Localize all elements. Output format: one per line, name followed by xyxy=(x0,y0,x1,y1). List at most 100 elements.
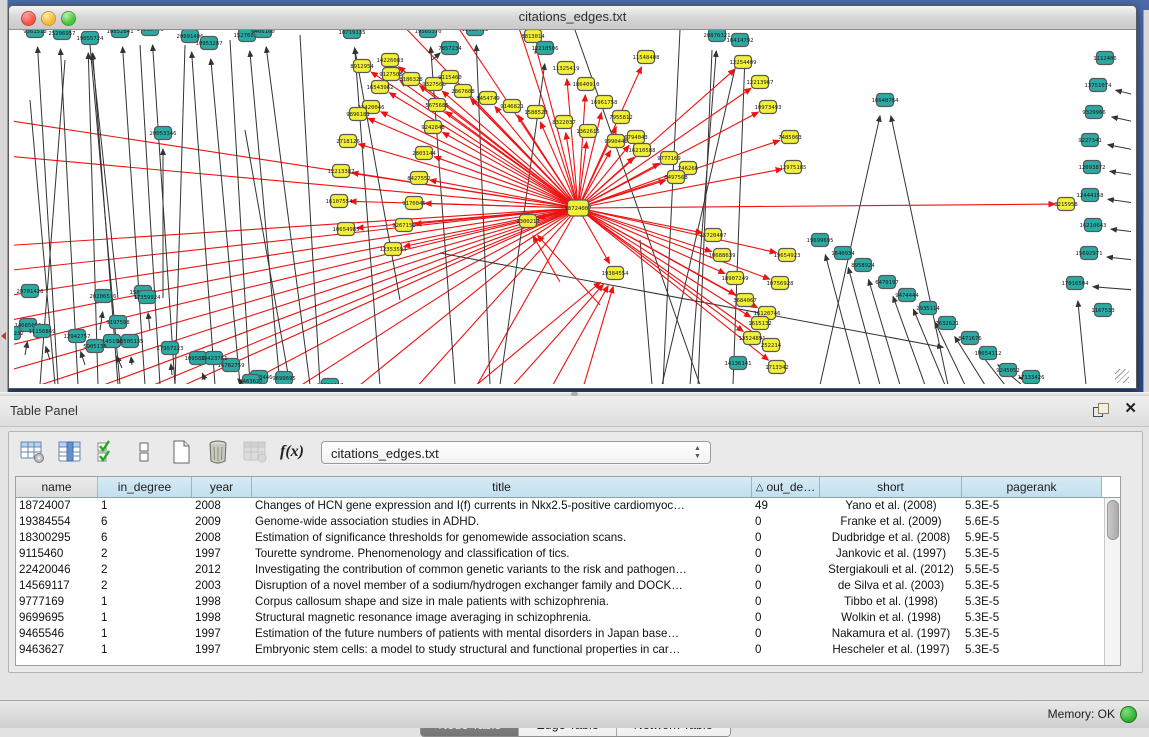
table-cell[interactable]: 1997 xyxy=(192,642,252,658)
table-cell[interactable]: Franke et al. (2009) xyxy=(820,514,962,530)
network-node[interactable]: 9896181 xyxy=(346,108,370,121)
network-node[interactable]: 9699695 xyxy=(272,372,296,385)
network-node[interactable]: 9146821 xyxy=(500,100,524,113)
network-node[interactable]: 15720407 xyxy=(700,229,727,242)
table-cell[interactable]: 1 xyxy=(98,610,192,626)
network-edge[interactable] xyxy=(935,322,965,384)
column-header-short[interactable]: short xyxy=(820,477,962,497)
network-node[interactable]: 6794043 xyxy=(624,131,648,144)
network-edge[interactable] xyxy=(148,313,150,330)
network-node[interactable]: 5675685 xyxy=(425,99,449,112)
table-cell[interactable]: 1997 xyxy=(192,626,252,642)
table-row[interactable]: 977716911998Corpus callosum shape and si… xyxy=(16,594,1105,610)
table-cell[interactable]: 1998 xyxy=(192,594,252,610)
table-cell[interactable]: Estimation of the future numbers of pati… xyxy=(252,626,752,642)
network-edge[interactable] xyxy=(443,132,578,208)
network-node[interactable]: 9197588 xyxy=(106,316,130,329)
network-edge[interactable] xyxy=(140,45,160,384)
network-node[interactable]: 7632621 xyxy=(935,317,959,330)
network-edge[interactable] xyxy=(81,352,85,365)
table-cell[interactable]: Genome-wide association studies in ADHD. xyxy=(252,514,752,530)
network-edge[interactable] xyxy=(280,208,578,384)
network-node[interactable]: 10688639 xyxy=(709,249,736,262)
network-node[interactable]: 12093872 xyxy=(1079,161,1106,174)
network-node[interactable]: 14226083 xyxy=(377,54,404,67)
table-cell[interactable]: 2 xyxy=(98,578,192,594)
network-node[interactable]: 16210643 xyxy=(1080,219,1107,232)
network-edge[interactable] xyxy=(1110,171,1131,175)
select-all-button[interactable] xyxy=(93,438,121,466)
network-edge[interactable] xyxy=(500,284,603,384)
network-edge[interactable] xyxy=(578,69,735,208)
table-cell[interactable]: 1998 xyxy=(192,610,252,626)
network-node[interactable]: 12444158 xyxy=(1077,189,1105,202)
table-cell[interactable]: Dudbridge et al. (2008) xyxy=(820,530,962,546)
network-edge[interactable] xyxy=(1108,199,1131,203)
network-edge[interactable] xyxy=(1107,257,1131,260)
network-edge[interactable] xyxy=(14,150,578,208)
citation-network-graph[interactable]: 1872400789129541422608391275081654396281… xyxy=(14,30,1131,384)
network-node[interactable]: 1713342 xyxy=(765,361,789,374)
table-cell[interactable]: 2008 xyxy=(192,498,252,514)
table-row[interactable]: 946362711997Embryonic stem cells: a mode… xyxy=(16,642,1105,658)
table-cell[interactable]: 0 xyxy=(752,562,820,578)
network-edge[interactable] xyxy=(171,364,172,375)
network-edge[interactable] xyxy=(1116,90,1131,95)
column-header-out_de[interactable]: △out_de… xyxy=(752,477,820,497)
network-edge[interactable] xyxy=(690,51,716,384)
network-node[interactable]: 15692971 xyxy=(1076,247,1103,260)
network-node[interactable]: 16210588 xyxy=(629,144,657,157)
table-cell[interactable]: 5.3E-5 xyxy=(962,546,1102,562)
table-cell[interactable]: Investigating the contribution of common… xyxy=(252,562,752,578)
network-edge[interactable] xyxy=(230,40,250,384)
table-cell[interactable]: 2009 xyxy=(192,514,252,530)
network-node[interactable]: 16648784 xyxy=(872,94,900,107)
table-cell[interactable]: 18724007 xyxy=(16,498,98,514)
network-edge[interactable] xyxy=(1093,287,1131,290)
table-cell[interactable]: 1 xyxy=(98,594,192,610)
close-panel-icon[interactable]: ✕ xyxy=(1124,401,1137,417)
table-select-dropdown[interactable]: citations_edges.txt ▲▼ xyxy=(321,441,711,464)
network-node[interactable]: 252214 xyxy=(761,339,782,352)
network-edge[interactable] xyxy=(153,45,175,384)
table-cell[interactable]: Stergiakouli et al. (2012) xyxy=(820,562,962,578)
table-cell[interactable]: 22420046 xyxy=(16,562,98,578)
table-cell[interactable]: Changes of HCN gene expression and I(f) … xyxy=(252,498,752,514)
table-cell[interactable]: 5.3E-5 xyxy=(962,610,1102,626)
panel-collapse-arrow-icon[interactable] xyxy=(1,332,6,340)
table-cell[interactable]: Tourette syndrome. Phenomenology and cla… xyxy=(252,546,752,562)
table-cell[interactable]: Estimation of significance thresholds fo… xyxy=(252,530,752,546)
network-node[interactable]: 10414792 xyxy=(727,34,754,47)
table-cell[interactable]: Tibbo et al. (1998) xyxy=(820,594,962,610)
table-cell[interactable]: 0 xyxy=(752,610,820,626)
network-edge[interactable] xyxy=(245,130,290,384)
table-cell[interactable]: 9777169 xyxy=(16,594,98,610)
table-cell[interactable]: 2003 xyxy=(192,578,252,594)
table-cell[interactable]: Hescheler et al. (1997) xyxy=(820,642,962,658)
network-node[interactable]: 8322037 xyxy=(552,116,576,129)
table-cell[interactable]: Yano et al. (2008) xyxy=(820,498,962,514)
network-edge[interactable] xyxy=(46,347,50,360)
network-node[interactable]: 12213967 xyxy=(747,76,774,89)
network-node[interactable]: 5905135 xyxy=(83,340,107,353)
network-node[interactable]: 12353594 xyxy=(380,243,408,256)
network-node[interactable]: 9474444 xyxy=(895,289,919,302)
table-cell[interactable]: 0 xyxy=(752,642,820,658)
network-node[interactable]: 3684067 xyxy=(733,294,757,307)
table-cell[interactable]: 0 xyxy=(752,546,820,562)
network-node[interactable]: 13751074 xyxy=(1085,79,1113,92)
table-cell[interactable]: 9465546 xyxy=(16,626,98,642)
table-cell[interactable]: 1 xyxy=(98,642,192,658)
network-node[interactable]: 8215958 xyxy=(1054,198,1078,211)
network-node[interactable]: 12213387 xyxy=(328,165,355,178)
network-edge[interactable] xyxy=(25,342,27,355)
network-edge[interactable] xyxy=(175,45,185,384)
table-cell[interactable]: 5.3E-5 xyxy=(962,642,1102,658)
network-edge[interactable] xyxy=(825,255,860,384)
network-edge[interactable] xyxy=(211,59,240,384)
network-window-titlebar[interactable]: citations_edges.txt xyxy=(9,6,1136,30)
network-node[interactable]: 16543962 xyxy=(367,81,394,94)
network-node[interactable]: 9267150 xyxy=(392,219,416,232)
network-edge[interactable] xyxy=(1078,301,1086,384)
table-cell[interactable]: 0 xyxy=(752,530,820,546)
